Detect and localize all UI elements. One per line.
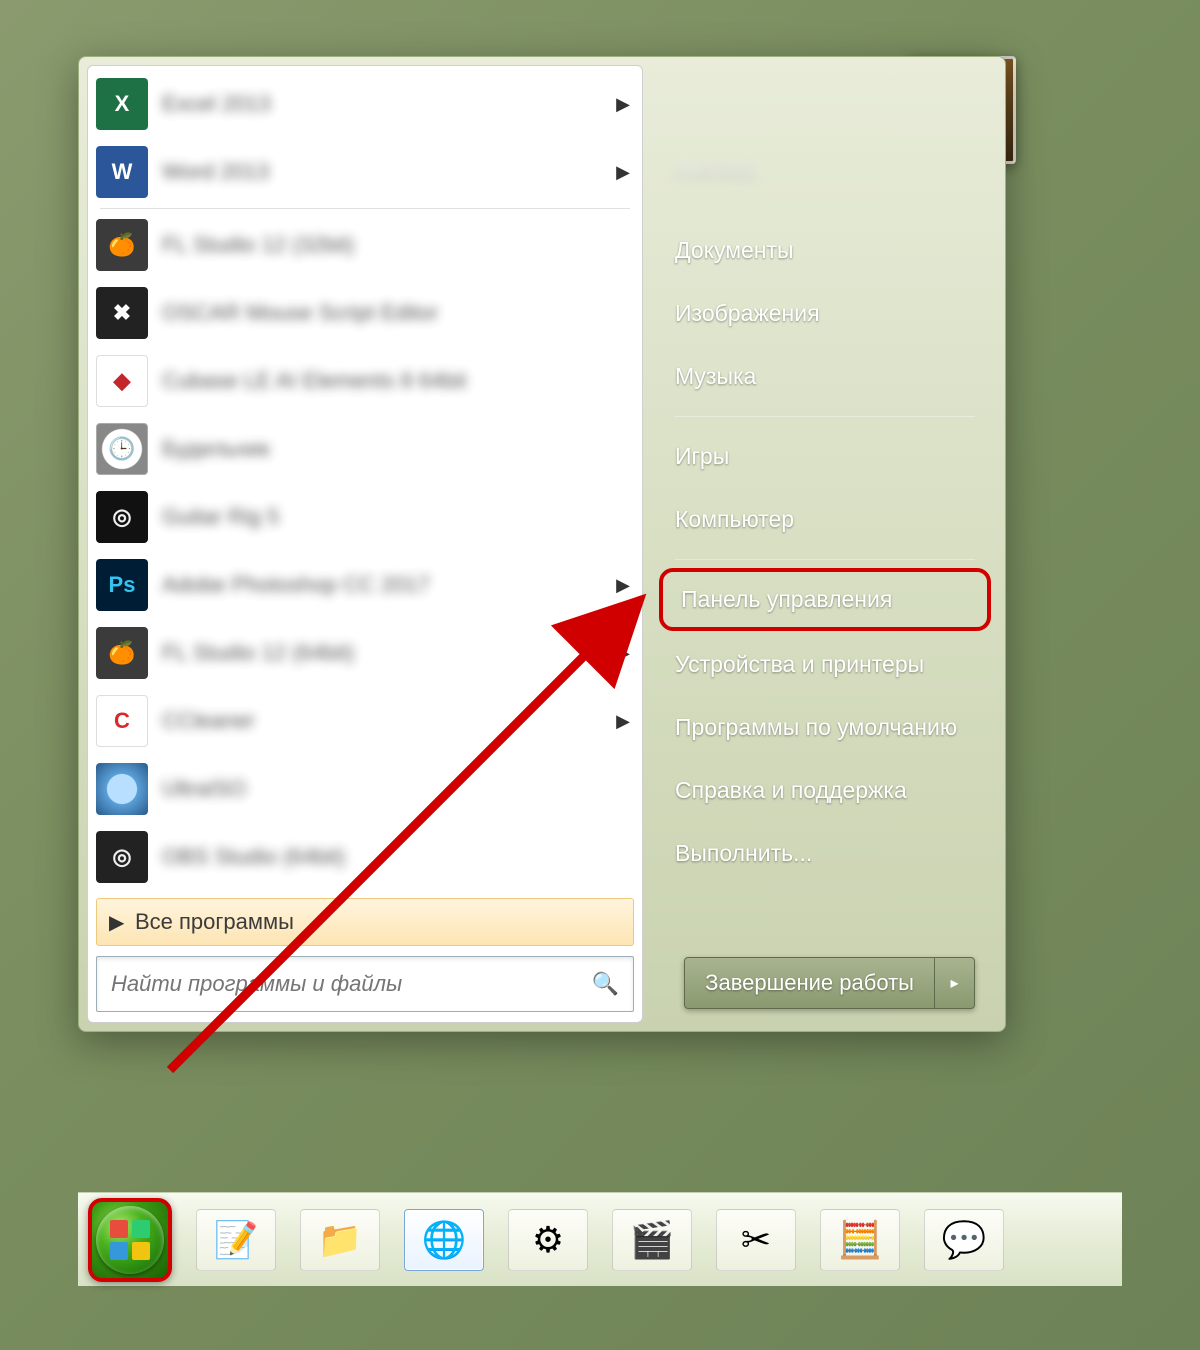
program-item[interactable]: ◎ OBS Studio (64bit)	[90, 823, 640, 891]
program-label: Cubase LE AI Elements 8 64bit	[162, 368, 630, 394]
app-icon: ◎	[96, 831, 148, 883]
submenu-arrow-icon: ▶	[616, 711, 630, 732]
program-label: Будильник	[162, 436, 630, 462]
link-documents[interactable]: Документы	[675, 219, 975, 282]
link-devices-printers[interactable]: Устройства и принтеры	[675, 633, 975, 696]
program-item[interactable]: W Word 2013▶	[90, 138, 640, 206]
search-box[interactable]: 🔍	[96, 956, 634, 1012]
program-item[interactable]: 🍊 FL Studio 12 (32bit)	[90, 211, 640, 279]
shutdown-button-group: Завершение работы ▸	[684, 957, 975, 1009]
separator	[100, 208, 630, 209]
program-label: CCleaner	[162, 708, 616, 734]
app-icon: Ps	[96, 559, 148, 611]
app-icon: W	[96, 146, 148, 198]
app-icon: ✖	[96, 287, 148, 339]
link-default-programs[interactable]: Программы по умолчанию	[675, 696, 975, 759]
program-item[interactable]: 🍊 FL Studio 12 (64bit)▶	[90, 619, 640, 687]
submenu-arrow-icon: ▶	[616, 643, 630, 664]
start-button[interactable]	[88, 1198, 172, 1282]
program-item[interactable]: ✖ OSCAR Mouse Script Editor	[90, 279, 640, 347]
taskbar-item-mpc[interactable]: 🎬	[612, 1209, 692, 1271]
app-icon: 🍊	[96, 219, 148, 271]
program-label: Excel 2013	[162, 91, 616, 117]
start-menu-right-panel: Melissa Документы Изображения Музыка Игр…	[651, 57, 1005, 1031]
link-music[interactable]: Музыка	[675, 345, 975, 408]
taskbar-item-snip[interactable]: ✂	[716, 1209, 796, 1271]
program-label: Guitar Rig 5	[162, 504, 630, 530]
app-icon: 🕒	[96, 423, 148, 475]
app-icon: X	[96, 78, 148, 130]
submenu-arrow-icon: ▶	[616, 162, 630, 183]
divider	[675, 559, 975, 560]
program-item[interactable]: X Excel 2013▶	[90, 70, 640, 138]
start-menu: XExcel 2013▶WWord 2013▶🍊FL Studio 12 (32…	[78, 56, 1006, 1032]
program-label: UltraISO	[162, 776, 630, 802]
app-icon: 🍊	[96, 627, 148, 679]
program-item[interactable]: UltraISO	[90, 755, 640, 823]
chevron-right-icon: ▸	[950, 973, 958, 993]
taskbar-item-chrome[interactable]: 🌐	[404, 1209, 484, 1271]
user-name-label[interactable]: Melissa	[675, 157, 975, 185]
recent-programs-list: XExcel 2013▶WWord 2013▶🍊FL Studio 12 (32…	[88, 66, 642, 894]
divider	[675, 416, 975, 417]
program-label: FL Studio 12 (64bit)	[162, 640, 616, 666]
shutdown-options-button[interactable]: ▸	[934, 958, 974, 1008]
program-item[interactable]: C CCleaner▶	[90, 687, 640, 755]
link-computer[interactable]: Компьютер	[675, 488, 975, 551]
all-programs-button[interactable]: ▶ Все программы	[96, 898, 634, 946]
program-label: Adobe Photoshop CC 2017	[162, 572, 616, 598]
all-programs-label: Все программы	[135, 909, 294, 935]
taskbar-item-calc[interactable]: 🧮	[820, 1209, 900, 1271]
taskbar-items: 📝 📁 🌐 ⚙ 🎬 ✂ 🧮 💬	[196, 1209, 1004, 1271]
program-label: OSCAR Mouse Script Editor	[162, 300, 630, 326]
app-icon	[96, 763, 148, 815]
submenu-arrow-icon: ▶	[616, 575, 630, 596]
app-icon: ◆	[96, 355, 148, 407]
windows-orb-icon	[96, 1206, 164, 1274]
taskbar-item-notepad[interactable]: 📝	[196, 1209, 276, 1271]
program-item[interactable]: ◎ Guitar Rig 5	[90, 483, 640, 551]
start-menu-left-panel: XExcel 2013▶WWord 2013▶🍊FL Studio 12 (32…	[87, 65, 643, 1023]
search-input[interactable]	[111, 971, 592, 997]
shutdown-button[interactable]: Завершение работы	[685, 958, 934, 1008]
link-pictures[interactable]: Изображения	[675, 282, 975, 345]
program-item[interactable]: ◆ Cubase LE AI Elements 8 64bit	[90, 347, 640, 415]
program-item[interactable]: Ps Adobe Photoshop CC 2017▶	[90, 551, 640, 619]
search-icon: 🔍	[592, 971, 619, 997]
taskbar: 📝 📁 🌐 ⚙ 🎬 ✂ 🧮 💬	[78, 1192, 1122, 1286]
program-item[interactable]: 🕒 Будильник	[90, 415, 640, 483]
link-games[interactable]: Игры	[675, 425, 975, 488]
taskbar-item-steam[interactable]: ⚙	[508, 1209, 588, 1271]
taskbar-item-explorer[interactable]: 📁	[300, 1209, 380, 1271]
app-icon: C	[96, 695, 148, 747]
program-label: OBS Studio (64bit)	[162, 844, 630, 870]
chevron-right-icon: ▶	[109, 910, 135, 935]
link-run[interactable]: Выполнить...	[675, 822, 975, 885]
annotation-highlight-control-panel: Панель управления	[659, 568, 991, 631]
program-label: FL Studio 12 (32bit)	[162, 232, 630, 258]
program-label: Word 2013	[162, 159, 616, 185]
app-icon: ◎	[96, 491, 148, 543]
link-help[interactable]: Справка и поддержка	[675, 759, 975, 822]
link-control-panel[interactable]: Панель управления	[681, 584, 969, 615]
taskbar-item-discord[interactable]: 💬	[924, 1209, 1004, 1271]
submenu-arrow-icon: ▶	[616, 94, 630, 115]
